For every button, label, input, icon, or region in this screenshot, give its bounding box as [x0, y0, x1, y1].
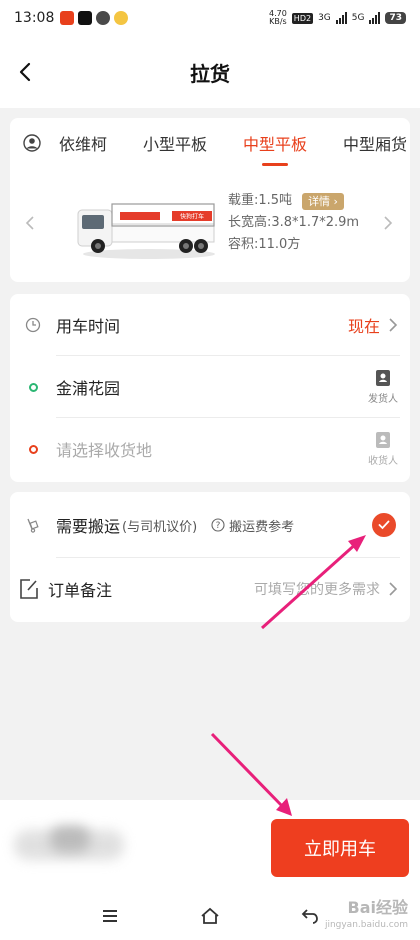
clock-icon — [25, 317, 41, 333]
origin-dot-icon — [28, 382, 38, 392]
vehicle-info: 快狗打车 载重:1.5吨 详情 › 长宽高:3.8*1.7*2.9m 容积:11… — [10, 168, 410, 278]
signal-5g-label: 5G — [351, 13, 365, 23]
hand-truck-icon — [27, 518, 39, 533]
contact-book-icon — [376, 432, 390, 448]
carry-row: 需要搬运 (与司机议价) ? 搬运费参考 — [10, 492, 410, 558]
page-title: 拉货 — [190, 61, 230, 86]
back-nav-icon[interactable] — [300, 906, 320, 926]
address-card: 用车时间 现在 金浦花园 发货人 请选择收货地 收货人 — [10, 294, 410, 482]
vehicle-type-tabs: 依维柯 小型平板 中型平板 中型厢货 — [10, 118, 410, 168]
truck-banner-text: 快狗打车 — [180, 213, 204, 221]
watermark-logo: Bai经验 — [347, 898, 408, 917]
carry-checkbox[interactable] — [372, 513, 396, 537]
wechat-app-icon — [96, 11, 111, 25]
check-icon — [378, 520, 390, 530]
use-time-row[interactable]: 用车时间 现在 — [10, 294, 410, 356]
load-capacity: 载重:1.5吨 — [228, 193, 293, 208]
menu-icon[interactable] — [100, 906, 120, 926]
origin-row[interactable]: 金浦花园 发货人 — [10, 356, 410, 418]
contact-book-icon — [376, 370, 390, 386]
news-app-icon — [60, 11, 75, 25]
bottom-action-bar: 立即用车 — [0, 800, 420, 892]
receiver-contact-button[interactable]: 收货人 — [368, 431, 398, 467]
signal-3g-label: 3G — [318, 13, 331, 23]
vehicle-volume: 容积:11.0方 — [228, 237, 301, 252]
signal-icon — [335, 12, 347, 24]
chevron-right-icon — [389, 318, 398, 332]
user-icon[interactable] — [23, 134, 41, 152]
status-time: 13:08 — [14, 10, 55, 26]
svg-text:?: ? — [216, 521, 221, 531]
back-arrow-icon[interactable] — [16, 62, 36, 82]
tab-small-flatbed[interactable]: 小型平板 — [143, 118, 207, 168]
price-blurred-2 — [50, 826, 90, 852]
destination-dot-icon — [28, 444, 38, 454]
page-header: 拉货 — [0, 36, 420, 108]
chevron-left-icon[interactable] — [24, 215, 36, 231]
remark-placeholder: 可填写您的更多需求 — [254, 582, 380, 598]
home-icon[interactable] — [200, 906, 220, 926]
options-card: 需要搬运 (与司机议价) ? 搬运费参考 订单备注 可填写您的更多需求 — [10, 492, 410, 622]
remark-row[interactable]: 订单备注 可填写您的更多需求 — [10, 558, 410, 620]
fee-reference-label: 搬运费参考 — [229, 519, 295, 535]
use-time-label: 用车时间 — [56, 317, 121, 336]
tab-yiweike[interactable]: 依维柯 — [59, 118, 107, 168]
status-bar: 13:08 4.70 KB/s HD2 3G 5G 73 — [0, 0, 420, 36]
battery-icon: 73 — [385, 12, 406, 24]
order-now-button[interactable]: 立即用车 — [271, 819, 409, 877]
carry-sub-label: (与司机议价) — [122, 519, 198, 535]
edit-note-icon — [20, 579, 38, 599]
status-app-icons — [60, 11, 129, 25]
remark-label: 订单备注 — [48, 581, 113, 600]
vehicle-card: 依维柯 小型平板 中型平板 中型厢货 快狗打车 载重:1.5吨 详情 › 长宽高… — [10, 118, 410, 282]
receiver-label: 收货人 — [368, 456, 398, 467]
net-speed: 4.70 KB/s — [268, 9, 287, 26]
weibo-app-icon — [114, 11, 129, 25]
sender-label: 发货人 — [368, 394, 398, 405]
tiktok-app-icon — [78, 11, 93, 25]
vehicle-dimensions: 长宽高:3.8*1.7*2.9m — [228, 215, 360, 230]
vehicle-specs: 载重:1.5吨 详情 › 长宽高:3.8*1.7*2.9m 容积:11.0方 — [228, 190, 359, 256]
fee-reference-link[interactable]: ? 搬运费参考 — [211, 516, 294, 535]
destination-placeholder: 请选择收货地 — [56, 441, 153, 460]
watermark-url: jingyan.baidu.com — [324, 920, 408, 930]
tab-medium-flatbed[interactable]: 中型平板 — [243, 118, 307, 168]
destination-row[interactable]: 请选择收货地 收货人 — [10, 418, 410, 480]
origin-address: 金浦花园 — [56, 379, 121, 398]
truck-image: 快狗打车 — [77, 203, 215, 259]
sender-contact-button[interactable]: 发货人 — [368, 369, 398, 405]
question-icon: ? — [211, 518, 225, 532]
detail-label: 详情 — [308, 194, 331, 208]
carry-label: 需要搬运 — [56, 517, 121, 536]
use-time-value: 现在 — [347, 317, 380, 336]
detail-button[interactable]: 详情 › — [302, 192, 344, 210]
tab-medium-van[interactable]: 中型厢货 — [343, 118, 407, 168]
chevron-right-icon[interactable] — [382, 215, 394, 231]
chevron-right-icon — [389, 582, 398, 596]
hd-badge: HD2 — [291, 12, 314, 24]
signal-icon-2 — [369, 12, 381, 24]
